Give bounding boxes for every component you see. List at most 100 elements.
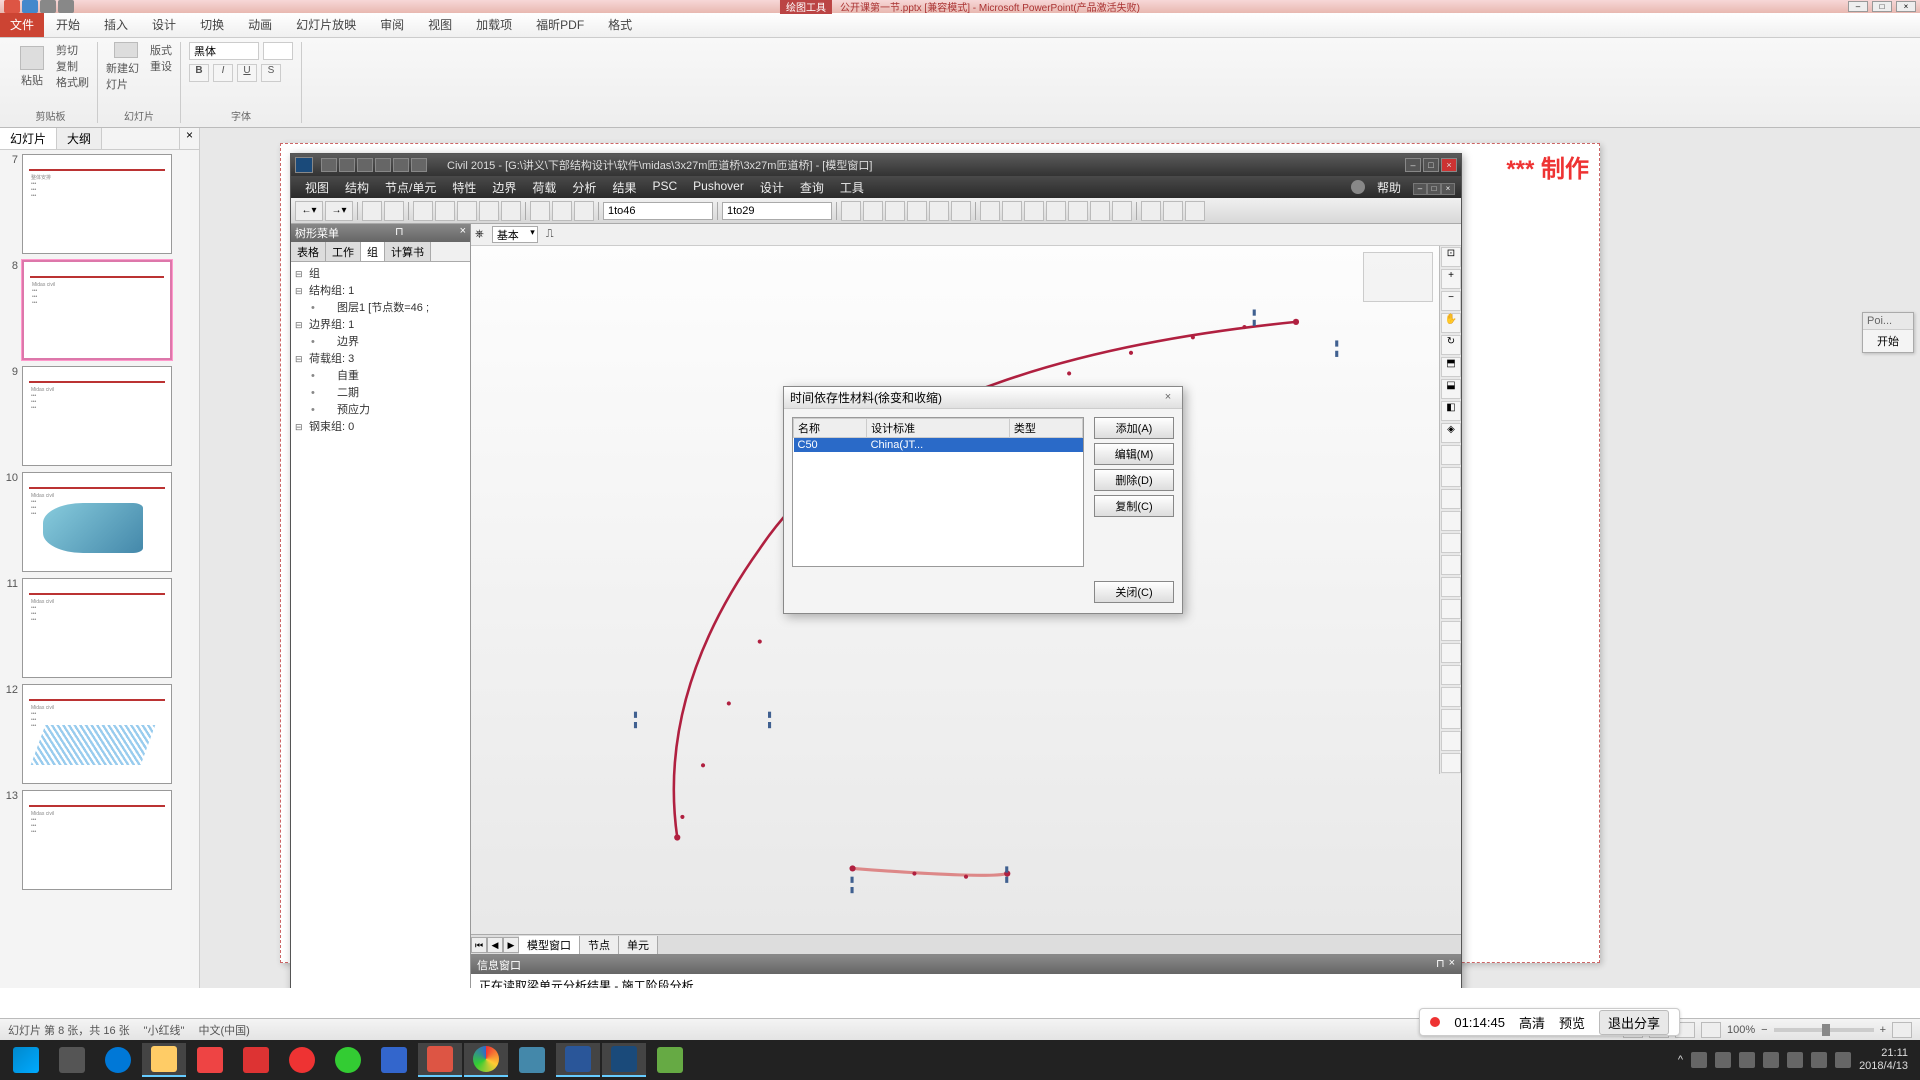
tree-node[interactable]: 二期	[295, 385, 466, 402]
menu-item[interactable]: 工具	[832, 177, 872, 198]
vp-tool-l[interactable]	[1441, 687, 1461, 707]
app-icon-1[interactable]	[234, 1043, 278, 1077]
tool-btn-26[interactable]	[1185, 201, 1205, 221]
stream-hd[interactable]: 高清	[1519, 1013, 1545, 1032]
view-front-icon[interactable]: ⬓	[1441, 379, 1461, 399]
msg-close-icon[interactable]: ×	[1449, 957, 1455, 973]
tool-btn-23[interactable]	[1112, 201, 1132, 221]
rotate-icon[interactable]: ↻	[1441, 335, 1461, 355]
start-button[interactable]	[4, 1043, 48, 1077]
tool-btn-4[interactable]	[435, 201, 455, 221]
tool-btn-5[interactable]	[457, 201, 477, 221]
ppt-close-btn[interactable]: ×	[1896, 1, 1916, 12]
tool-lock-icon[interactable]	[1163, 201, 1183, 221]
fit-window-icon[interactable]	[1892, 1022, 1912, 1038]
tool-btn-22[interactable]	[1090, 201, 1110, 221]
tab-design[interactable]: 设计	[140, 12, 188, 37]
vp-combo[interactable]: 基本	[492, 226, 538, 243]
tray-notif-icon[interactable]	[1835, 1052, 1851, 1068]
poi-panel[interactable]: Poi... 开始	[1862, 312, 1914, 353]
mdi-close[interactable]: ×	[1441, 183, 1455, 195]
reset-button[interactable]: 重设	[150, 58, 172, 74]
tray-usb-icon[interactable]	[1739, 1052, 1755, 1068]
store-icon[interactable]	[188, 1043, 232, 1077]
tool-btn-21[interactable]	[1068, 201, 1088, 221]
tool-btn-24[interactable]	[1141, 201, 1161, 221]
menu-item[interactable]: PSC	[644, 177, 685, 198]
tool-btn-17[interactable]	[980, 201, 1000, 221]
edge-icon[interactable]	[96, 1043, 140, 1077]
redo-icon[interactable]	[411, 158, 427, 172]
ppt-maximize-btn[interactable]: □	[1872, 1, 1892, 12]
tree-root[interactable]: 组	[295, 266, 466, 283]
civil-taskbar-icon[interactable]	[602, 1043, 646, 1077]
slide-thumbnail[interactable]: 11Midas civil•••••••••	[4, 578, 195, 678]
tool-btn-7[interactable]	[501, 201, 521, 221]
tab-transitions[interactable]: 切换	[188, 12, 236, 37]
vp-tab-next[interactable]: ▶	[503, 937, 519, 953]
slide-thumbnail[interactable]: 12Midas civil•••••••••	[4, 684, 195, 784]
tray-wifi-icon[interactable]	[1787, 1052, 1803, 1068]
tool-btn-9[interactable]	[552, 201, 572, 221]
format-painter-button[interactable]: 格式刷	[56, 74, 89, 90]
civil-maximize-btn[interactable]: □	[1423, 158, 1439, 172]
layout-button[interactable]: 版式	[150, 42, 172, 58]
slide-thumbnail[interactable]: 9Midas civil•••••••••	[4, 366, 195, 466]
message-content[interactable]: 正在读取梁单元分析结果 - 施工阶段分析正在读取梁截面温度应力 - 施工阶段分析…	[471, 974, 1461, 988]
pan-icon[interactable]: ✋	[1441, 313, 1461, 333]
font-size-combo[interactable]	[263, 42, 293, 60]
tree-tab[interactable]: 工作	[326, 242, 361, 261]
menu-item[interactable]: 分析	[564, 177, 604, 198]
vp-tool-e[interactable]	[1441, 533, 1461, 553]
vp-tool-icon[interactable]: ⎍	[546, 228, 554, 241]
copy-button[interactable]: 复制	[56, 58, 78, 74]
tool-btn-2[interactable]	[384, 201, 404, 221]
vp-tool-g[interactable]	[1441, 577, 1461, 597]
vp-tool-c[interactable]	[1441, 489, 1461, 509]
col-name[interactable]: 名称	[794, 419, 867, 438]
strikethrough-button[interactable]: S	[261, 64, 281, 82]
vp-tab-node[interactable]: 节点	[580, 936, 619, 954]
tab-foxit[interactable]: 福昕PDF	[524, 12, 596, 37]
tab-slideshow[interactable]: 幻灯片放映	[284, 12, 368, 37]
view-side-icon[interactable]: ◧	[1441, 401, 1461, 421]
view-iso-icon[interactable]: ◈	[1441, 423, 1461, 443]
tool-btn-15[interactable]	[929, 201, 949, 221]
tree-node[interactable]: 荷载组: 3	[295, 351, 466, 368]
tab-review[interactable]: 审阅	[368, 12, 416, 37]
undo-icon[interactable]	[393, 158, 409, 172]
tool-btn-18[interactable]	[1002, 201, 1022, 221]
print-icon[interactable]	[375, 158, 391, 172]
tool-btn-8[interactable]	[530, 201, 550, 221]
back-dd[interactable]: ←▾	[295, 201, 323, 221]
tab-addins[interactable]: 加载项	[464, 12, 524, 37]
poi-start-button[interactable]: 开始	[1863, 330, 1913, 352]
tray-ime-icon[interactable]	[1811, 1052, 1827, 1068]
vp-tool-m[interactable]	[1441, 709, 1461, 729]
menu-item[interactable]: 设计	[752, 177, 792, 198]
menu-item[interactable]: 荷载	[524, 177, 564, 198]
chrome-icon[interactable]	[464, 1043, 508, 1077]
tree-node[interactable]: 边界组: 1	[295, 317, 466, 334]
font-family-combo[interactable]	[189, 42, 259, 60]
zoom-out-btn[interactable]: −	[1761, 1024, 1767, 1036]
vp-tool-j[interactable]	[1441, 643, 1461, 663]
vp-mode-icon[interactable]: ⎈	[475, 228, 484, 241]
slides-tab[interactable]: 幻灯片	[0, 128, 57, 149]
language-label[interactable]: 中文(中国)	[198, 1022, 249, 1038]
tab-home[interactable]: 开始	[44, 12, 92, 37]
vp-tool-i[interactable]	[1441, 621, 1461, 641]
slide-thumbnail[interactable]: 13Midas civil•••••••••	[4, 790, 195, 890]
material-list[interactable]: 名称 设计标准 类型 C50 China(JT...	[792, 417, 1084, 567]
word-icon[interactable]	[556, 1043, 600, 1077]
tool-btn-12[interactable]	[863, 201, 883, 221]
vp-tab-prev[interactable]: ◀	[487, 937, 503, 953]
vp-tab-first[interactable]: ⏮	[471, 937, 487, 953]
tool-btn-14[interactable]	[907, 201, 927, 221]
tab-insert[interactable]: 插入	[92, 12, 140, 37]
menu-item[interactable]: 边界	[484, 177, 524, 198]
slide-thumbnail[interactable]: 10Midas civil•••••••••	[4, 472, 195, 572]
add-button[interactable]: 添加(A)	[1094, 417, 1174, 439]
civil-close-btn[interactable]: ×	[1441, 158, 1457, 172]
selection-input-2[interactable]	[722, 202, 832, 220]
